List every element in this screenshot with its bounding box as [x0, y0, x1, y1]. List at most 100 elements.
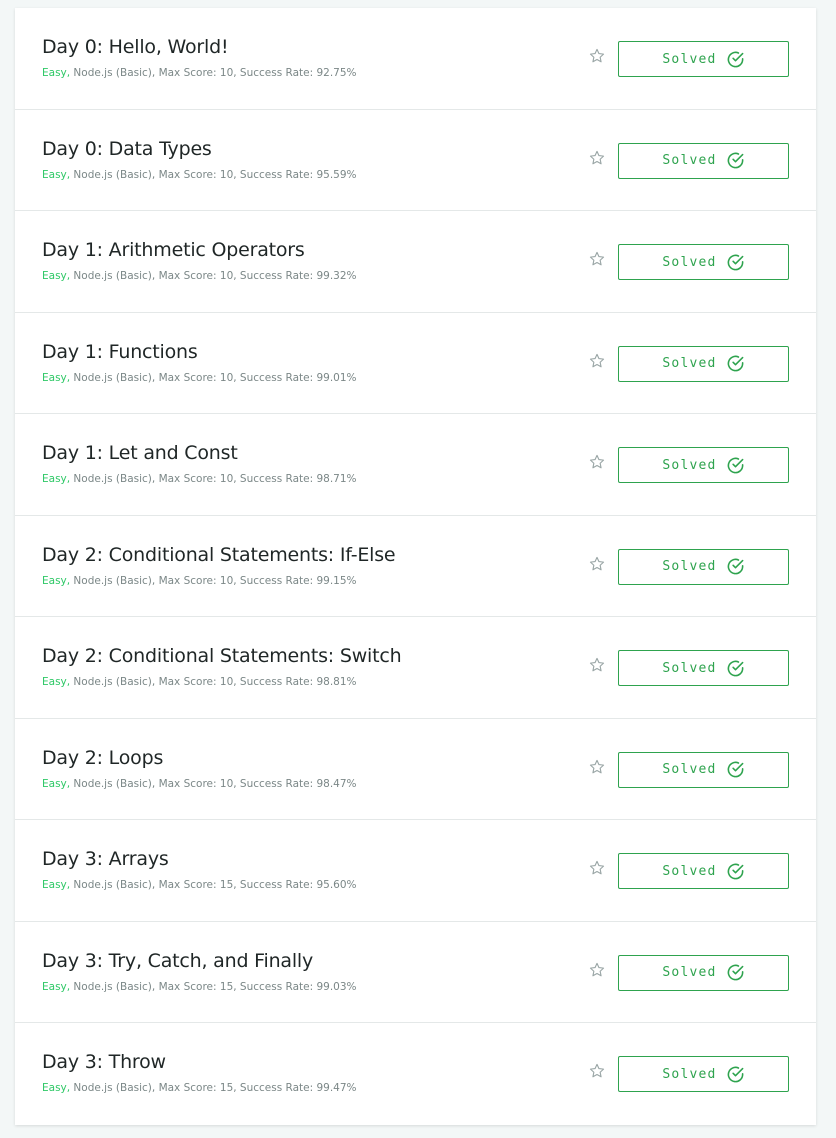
challenge-title[interactable]: Day 1: Arithmetic Operators — [42, 239, 305, 261]
challenge-details: Node.js (Basic), Max Score: 15, Success … — [70, 980, 357, 993]
challenge-row[interactable]: Day 1: Let and Const Easy, Node.js (Basi… — [15, 414, 816, 516]
check-circle-icon — [727, 457, 743, 473]
challenge-details: Node.js (Basic), Max Score: 15, Success … — [70, 879, 357, 891]
difficulty-label: Easy, — [42, 168, 71, 181]
challenge-meta: Easy, Node.js (Basic), Max Score: 10, Su… — [42, 169, 357, 181]
challenge-row[interactable]: Day 1: Functions Easy, Node.js (Basic), … — [15, 313, 816, 414]
challenge-row[interactable]: Day 3: Arrays Easy, Node.js (Basic), Max… — [15, 820, 816, 922]
star-outline-icon[interactable] — [588, 961, 606, 979]
challenge-row[interactable]: Day 2: Conditional Statements: If-Else E… — [15, 516, 816, 617]
solved-button[interactable]: Solved — [618, 650, 789, 686]
challenge-row[interactable]: Day 0: Data Types Easy, Node.js (Basic),… — [15, 110, 816, 211]
challenge-details: Node.js (Basic), Max Score: 10, Success … — [70, 777, 357, 790]
solved-label: Solved — [662, 965, 717, 980]
check-circle-icon — [727, 1066, 743, 1082]
solved-label: Solved — [662, 254, 717, 270]
challenge-meta: Easy, Node.js (Basic), Max Score: 10, Su… — [42, 372, 357, 384]
check-circle-icon — [727, 558, 743, 575]
check-circle-icon — [727, 660, 743, 676]
solved-button[interactable]: Solved — [618, 954, 789, 991]
star-outline-icon[interactable] — [588, 1062, 606, 1080]
challenge-meta: Easy, Node.js (Basic), Max Score: 10, Su… — [42, 270, 357, 282]
challenge-row[interactable]: Day 1: Arithmetic Operators Easy, Node.j… — [15, 211, 816, 313]
star-outline-icon[interactable] — [588, 47, 606, 65]
star-outline-icon[interactable] — [588, 758, 606, 776]
solved-label: Solved — [662, 457, 717, 473]
star-outline-icon[interactable] — [588, 250, 606, 268]
check-circle-icon — [727, 254, 743, 270]
difficulty-label: Easy, — [42, 980, 71, 993]
solved-label: Solved — [662, 153, 717, 168]
challenge-meta: Easy, Node.js (Basic), Max Score: 15, Su… — [42, 1082, 357, 1094]
solved-button[interactable]: Solved — [618, 41, 789, 77]
challenge-row[interactable]: Day 3: Throw Easy, Node.js (Basic), Max … — [15, 1023, 816, 1125]
challenge-title[interactable]: Day 3: Try, Catch, and Finally — [42, 950, 313, 972]
difficulty-label: Easy, — [42, 879, 71, 891]
difficulty-label: Easy, — [42, 777, 71, 790]
challenge-title[interactable]: Day 2: Loops — [42, 747, 163, 769]
challenge-row[interactable]: Day 2: Conditional Statements: Switch Ea… — [15, 617, 816, 719]
challenge-meta: Easy, Node.js (Basic), Max Score: 15, Su… — [42, 981, 357, 993]
challenge-title[interactable]: Day 3: Arrays — [42, 848, 169, 870]
challenge-details: Node.js (Basic), Max Score: 10, Success … — [70, 168, 357, 181]
difficulty-label: Easy, — [42, 1082, 71, 1094]
solved-button[interactable]: Solved — [618, 345, 789, 382]
check-circle-icon — [727, 51, 743, 67]
challenge-title[interactable]: Day 0: Data Types — [42, 138, 212, 160]
challenge-meta: Easy, Node.js (Basic), Max Score: 10, Su… — [42, 473, 357, 485]
solved-label: Solved — [662, 660, 717, 676]
difficulty-label: Easy, — [42, 574, 71, 587]
solved-button[interactable]: Solved — [618, 751, 789, 788]
difficulty-label: Easy, — [42, 473, 71, 485]
difficulty-label: Easy, — [42, 270, 71, 282]
star-outline-icon[interactable] — [588, 149, 606, 167]
challenge-row[interactable]: Day 3: Try, Catch, and Finally Easy, Nod… — [15, 922, 816, 1023]
star-outline-icon[interactable] — [588, 859, 606, 877]
challenge-list: Day 0: Hello, World! Easy, Node.js (Basi… — [15, 8, 816, 1125]
challenge-details: Node.js (Basic), Max Score: 10, Success … — [70, 371, 357, 384]
challenge-row[interactable]: Day 0: Hello, World! Easy, Node.js (Basi… — [15, 8, 816, 110]
challenge-title[interactable]: Day 3: Throw — [42, 1051, 166, 1073]
challenge-title[interactable]: Day 0: Hello, World! — [42, 36, 229, 58]
solved-button[interactable]: Solved — [618, 142, 789, 179]
challenge-details: Node.js (Basic), Max Score: 10, Success … — [70, 676, 357, 688]
solved-button[interactable]: Solved — [618, 1056, 789, 1092]
challenge-meta: Easy, Node.js (Basic), Max Score: 10, Su… — [42, 575, 357, 587]
challenge-meta: Easy, Node.js (Basic), Max Score: 10, Su… — [42, 67, 357, 79]
challenge-row[interactable]: Day 2: Loops Easy, Node.js (Basic), Max … — [15, 719, 816, 820]
check-circle-icon — [727, 152, 743, 169]
solved-label: Solved — [662, 1066, 717, 1082]
solved-button[interactable]: Solved — [618, 447, 789, 483]
challenge-meta: Easy, Node.js (Basic), Max Score: 15, Su… — [42, 879, 357, 891]
challenge-meta: Easy, Node.js (Basic), Max Score: 10, Su… — [42, 778, 357, 790]
challenge-title[interactable]: Day 1: Functions — [42, 341, 198, 363]
star-outline-icon[interactable] — [588, 352, 606, 370]
challenge-meta: Easy, Node.js (Basic), Max Score: 10, Su… — [42, 676, 357, 688]
star-outline-icon[interactable] — [588, 453, 606, 471]
solved-label: Solved — [662, 762, 717, 777]
challenge-title[interactable]: Day 2: Conditional Statements: Switch — [42, 645, 402, 667]
solved-label: Solved — [662, 51, 717, 67]
challenge-details: Node.js (Basic), Max Score: 10, Success … — [70, 473, 357, 485]
check-circle-icon — [727, 863, 743, 879]
difficulty-label: Easy, — [42, 371, 71, 384]
check-circle-icon — [727, 761, 743, 778]
challenge-details: Node.js (Basic), Max Score: 10, Success … — [70, 574, 357, 587]
star-outline-icon[interactable] — [588, 656, 606, 674]
challenge-title[interactable]: Day 2: Conditional Statements: If-Else — [42, 544, 396, 566]
solved-label: Solved — [662, 863, 717, 879]
challenge-details: Node.js (Basic), Max Score: 10, Success … — [70, 67, 357, 79]
solved-button[interactable]: Solved — [618, 853, 789, 889]
difficulty-label: Easy, — [42, 67, 71, 79]
solved-button[interactable]: Solved — [618, 548, 789, 585]
challenge-details: Node.js (Basic), Max Score: 15, Success … — [70, 1082, 357, 1094]
check-circle-icon — [727, 964, 743, 981]
solved-button[interactable]: Solved — [618, 244, 789, 280]
difficulty-label: Easy, — [42, 676, 71, 688]
challenge-details: Node.js (Basic), Max Score: 10, Success … — [70, 270, 357, 282]
solved-label: Solved — [662, 356, 717, 371]
star-outline-icon[interactable] — [588, 555, 606, 573]
check-circle-icon — [727, 355, 743, 372]
challenge-title[interactable]: Day 1: Let and Const — [42, 442, 238, 464]
solved-label: Solved — [662, 559, 717, 574]
